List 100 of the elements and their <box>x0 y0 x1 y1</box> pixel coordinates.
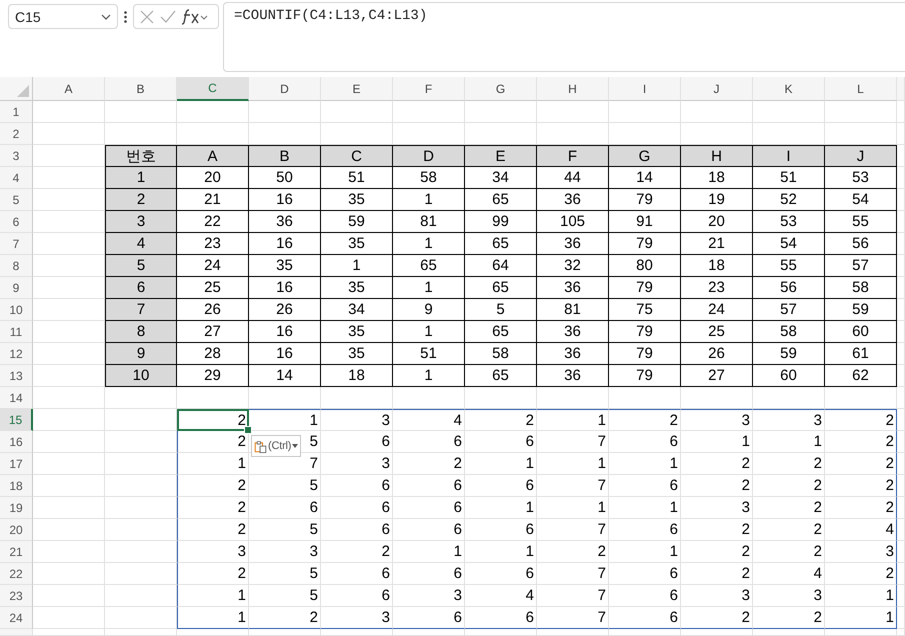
result-cell[interactable]: 1 <box>609 497 681 519</box>
result-cell[interactable]: 2 <box>321 541 393 563</box>
result-cell[interactable]: 2 <box>825 475 897 497</box>
column-header[interactable]: K <box>753 77 825 101</box>
result-cell[interactable]: 2 <box>537 541 609 563</box>
result-cell[interactable]: 1 <box>609 541 681 563</box>
row-header[interactable]: 13 <box>0 365 33 387</box>
column-header[interactable]: J <box>681 77 753 101</box>
row-header[interactable]: 10 <box>0 299 33 321</box>
cancel-icon[interactable] <box>140 10 154 24</box>
result-cell[interactable]: 2 <box>681 563 753 585</box>
result-cell[interactable]: 7 <box>537 607 609 629</box>
result-cell[interactable]: 2 <box>825 431 897 453</box>
result-cell[interactable]: 1 <box>825 607 897 629</box>
row-header[interactable]: 9 <box>0 277 33 299</box>
enter-icon[interactable] <box>160 10 176 23</box>
insert-function-icon[interactable] <box>182 8 208 24</box>
more-options-icon[interactable] <box>124 11 127 23</box>
result-cell[interactable]: 1 <box>465 453 537 475</box>
column-header[interactable]: E <box>321 77 393 101</box>
result-cell[interactable]: 6 <box>465 431 537 453</box>
result-cell[interactable]: 6 <box>465 607 537 629</box>
row-header[interactable]: 1 <box>0 101 33 123</box>
column-header[interactable]: G <box>465 77 537 101</box>
result-cell[interactable]: 4 <box>753 563 825 585</box>
result-cell[interactable]: 6 <box>321 431 393 453</box>
result-cell[interactable]: 2 <box>753 497 825 519</box>
result-cell[interactable]: 3 <box>753 585 825 607</box>
row-header[interactable]: 22 <box>0 563 33 585</box>
result-cell[interactable]: 2 <box>681 541 753 563</box>
result-cell[interactable]: 1 <box>465 497 537 519</box>
name-box[interactable]: C15 <box>8 4 118 29</box>
result-cell[interactable]: 2 <box>753 453 825 475</box>
column-header[interactable]: D <box>249 77 321 101</box>
row-header[interactable]: 6 <box>0 211 33 233</box>
row-header[interactable]: 5 <box>0 189 33 211</box>
result-cell[interactable]: 2 <box>825 563 897 585</box>
result-cell[interactable]: 6 <box>609 431 681 453</box>
result-cell[interactable]: 7 <box>537 585 609 607</box>
result-cell[interactable]: 1 <box>681 431 753 453</box>
result-cell[interactable]: 2 <box>249 607 321 629</box>
row-header[interactable]: 3 <box>0 145 33 167</box>
result-cell[interactable]: 2 <box>753 519 825 541</box>
row-header[interactable]: 21 <box>0 541 33 563</box>
result-cell[interactable]: 1 <box>825 585 897 607</box>
result-cell[interactable]: 2 <box>681 453 753 475</box>
column-header[interactable]: C <box>177 77 249 101</box>
result-cell[interactable]: 6 <box>609 475 681 497</box>
row-header[interactable]: 24 <box>0 607 33 629</box>
result-cell[interactable]: 2 <box>825 497 897 519</box>
result-cell[interactable]: 2 <box>753 541 825 563</box>
row-header[interactable]: 19 <box>0 497 33 519</box>
result-cell[interactable]: 5 <box>249 475 321 497</box>
result-cell[interactable]: 6 <box>609 585 681 607</box>
result-cell[interactable]: 6 <box>465 563 537 585</box>
result-cell[interactable]: 1 <box>465 541 537 563</box>
result-cell[interactable]: 1 <box>537 453 609 475</box>
column-header[interactable]: A <box>33 77 105 101</box>
row-header[interactable]: 17 <box>0 453 33 475</box>
column-header[interactable]: F <box>393 77 465 101</box>
result-cell[interactable]: 2 <box>681 607 753 629</box>
column-header[interactable] <box>897 77 905 101</box>
row-header[interactable]: 4 <box>0 167 33 189</box>
result-cell[interactable]: 6 <box>393 475 465 497</box>
result-cell[interactable]: 7 <box>537 563 609 585</box>
result-cell[interactable]: 2 <box>681 519 753 541</box>
result-cell[interactable]: 6 <box>393 497 465 519</box>
result-cell[interactable]: 7 <box>537 519 609 541</box>
row-header[interactable]: 20 <box>0 519 33 541</box>
select-all-icon[interactable] <box>17 85 29 97</box>
result-cell[interactable]: 5 <box>249 585 321 607</box>
row-header[interactable]: 8 <box>0 255 33 277</box>
column-header[interactable]: I <box>609 77 681 101</box>
result-cell[interactable]: 6 <box>393 519 465 541</box>
result-cell[interactable]: 5 <box>249 519 321 541</box>
row-header[interactable]: 16 <box>0 431 33 453</box>
result-cell[interactable]: 6 <box>321 585 393 607</box>
column-header[interactable]: H <box>537 77 609 101</box>
result-cell[interactable]: 3 <box>249 541 321 563</box>
row-header[interactable]: 15 <box>0 409 33 431</box>
row-header[interactable]: 11 <box>0 321 33 343</box>
result-cell[interactable]: 6 <box>249 497 321 519</box>
result-cell[interactable]: 6 <box>609 563 681 585</box>
result-cell[interactable]: 6 <box>321 475 393 497</box>
column-header[interactable]: L <box>825 77 897 101</box>
result-cell[interactable]: 6 <box>393 563 465 585</box>
result-cell[interactable]: 3 <box>681 497 753 519</box>
row-header[interactable] <box>0 629 33 636</box>
row-header[interactable]: 23 <box>0 585 33 607</box>
result-cell[interactable]: 3 <box>681 585 753 607</box>
result-cell[interactable]: 2 <box>681 475 753 497</box>
column-header[interactable]: B <box>105 77 177 101</box>
result-cell[interactable]: 3 <box>321 453 393 475</box>
result-cell[interactable]: 1 <box>177 607 249 629</box>
result-cell[interactable]: 7 <box>537 475 609 497</box>
result-cell[interactable]: 3 <box>393 585 465 607</box>
result-cell[interactable]: 1 <box>537 497 609 519</box>
paste-options-menu[interactable]: (Ctrl) <box>251 435 302 457</box>
formula-field[interactable]: =COUNTIF(C4:L13,C4:L13) <box>223 2 905 72</box>
result-cell[interactable]: 2 <box>825 409 897 431</box>
